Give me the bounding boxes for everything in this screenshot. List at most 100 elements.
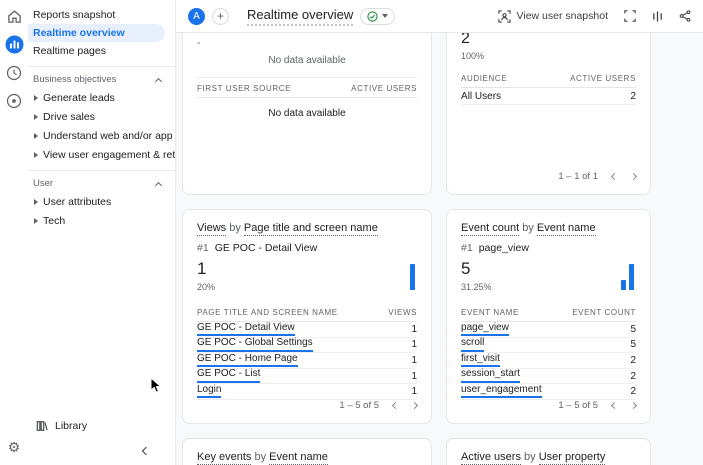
- expand-arrow-icon: [34, 217, 38, 224]
- home-icon[interactable]: [5, 7, 24, 26]
- sidebar-item-understand-web-app[interactable]: Understand web and/or app t...: [28, 126, 175, 145]
- section-title: Business objectives: [33, 74, 117, 85]
- metric-cell: 2: [630, 354, 636, 366]
- top-value-block: #1 page_view 5 31.25%: [461, 242, 636, 292]
- chevron-down-icon: [382, 14, 389, 18]
- sidebar-divider: [28, 66, 175, 67]
- pagination-label: 1 – 1 of 1: [558, 171, 598, 182]
- pagination: 1 – 1 of 1: [558, 171, 638, 182]
- metric-cell: 5: [630, 339, 636, 351]
- metric-percent: 20%: [197, 282, 216, 292]
- dimension-selector[interactable]: Page title and screen name: [243, 222, 378, 236]
- dimension-selector[interactable]: Event name: [269, 451, 328, 465]
- sidebar-item-label: User attributes: [43, 195, 112, 208]
- reports-sidebar: Reports snapshot Realtime overview Realt…: [28, 0, 176, 465]
- no-data-note: No data available: [268, 55, 346, 66]
- sidebar-item-reports-snapshot[interactable]: Reports snapshot: [28, 6, 175, 24]
- column-header: AUDIENCE: [461, 74, 508, 83]
- sidebar-item-realtime-overview[interactable]: Realtime overview: [28, 24, 165, 42]
- card-title: Views by Page title and screen name: [197, 222, 417, 236]
- card-title: Key events by Event name: [197, 451, 417, 465]
- dimension-selector[interactable]: Event name: [536, 222, 596, 236]
- next-page-icon[interactable]: [629, 401, 638, 410]
- topbar-actions: View user snapshot: [497, 9, 691, 23]
- column-header: EVENT NAME: [461, 308, 519, 317]
- share-icon[interactable]: [679, 10, 691, 22]
- metric-cell: 2: [630, 370, 636, 382]
- sidebar-item-label: Realtime overview: [33, 27, 125, 39]
- explore-icon[interactable]: [5, 63, 24, 82]
- section-header-user[interactable]: User: [28, 175, 175, 192]
- prev-page-icon[interactable]: [610, 172, 619, 181]
- sidebar-item-user-attributes[interactable]: User attributes: [28, 192, 175, 211]
- view-user-snapshot-label: View user snapshot: [516, 10, 608, 22]
- advertising-icon[interactable]: [5, 91, 24, 110]
- column-header: EVENT COUNT: [572, 308, 636, 317]
- metric-cell: 2: [630, 90, 636, 102]
- next-page-icon[interactable]: [410, 401, 419, 410]
- column-header: VIEWS: [388, 308, 418, 317]
- metric-cell: 1: [411, 339, 418, 351]
- report-content-scroll-area[interactable]: - No data available FIRST USER SOURCE AC…: [176, 33, 703, 465]
- dimension-value: GE POC - List: [197, 369, 261, 383]
- table-row: user_engagement 2: [461, 384, 636, 400]
- library-icon: [36, 421, 48, 431]
- avatar[interactable]: A: [188, 7, 205, 25]
- fullscreen-icon[interactable]: [624, 10, 636, 22]
- cards-grid: - No data available FIRST USER SOURCE AC…: [182, 33, 651, 465]
- collapse-sidebar-icon[interactable]: [141, 446, 151, 456]
- data-quality-badge[interactable]: [360, 7, 396, 25]
- no-data-note: No data available: [268, 108, 346, 119]
- settings-gear-icon[interactable]: [0, 439, 28, 457]
- table-row: first_visit 2: [461, 353, 636, 369]
- minute-bar-chart: [410, 262, 416, 290]
- by-label: by: [229, 222, 241, 234]
- expand-arrow-icon: [34, 151, 38, 158]
- metric-value: 1: [197, 259, 207, 278]
- customize-report-icon[interactable]: [652, 10, 663, 23]
- left-icon-rail: [0, 0, 28, 465]
- section-title: User: [33, 178, 54, 189]
- table-row: All Users 2: [461, 88, 636, 105]
- expand-arrow-icon: [34, 132, 38, 139]
- report-title-group[interactable]: Realtime overview: [247, 7, 396, 26]
- chevron-up-icon: [154, 77, 163, 85]
- view-user-snapshot-button[interactable]: View user snapshot: [497, 9, 608, 23]
- section-header-business-objectives[interactable]: Business objectives: [28, 71, 175, 88]
- card-title: Event count by Event name: [461, 222, 636, 236]
- sidebar-item-generate-leads[interactable]: Generate leads: [28, 88, 175, 107]
- library-button[interactable]: Library: [28, 415, 175, 437]
- metric-selector[interactable]: Event count: [461, 222, 520, 236]
- chevron-up-icon: [154, 181, 163, 189]
- table-row: page_view 5: [461, 322, 636, 338]
- metric-cell: 5: [630, 323, 636, 335]
- metric-cell: 1: [411, 323, 418, 335]
- metric-percent: 100%: [461, 51, 485, 61]
- sidebar-item-view-user-engagement[interactable]: View user engagement & rete...: [28, 145, 175, 164]
- next-page-icon[interactable]: [629, 172, 638, 181]
- by-label: by: [254, 451, 267, 463]
- table-header: FIRST USER SOURCE ACTIVE USERS: [197, 77, 418, 98]
- prev-page-icon[interactable]: [391, 401, 400, 410]
- table-row: session_start 2: [461, 369, 636, 385]
- metric-selector[interactable]: Views: [197, 222, 227, 236]
- sidebar-item-realtime-pages[interactable]: Realtime pages: [28, 42, 175, 60]
- dimension-value: GE POC - Global Settings: [197, 338, 313, 352]
- sidebar-item-tech[interactable]: Tech: [28, 211, 175, 230]
- pagination-label: 1 – 5 of 5: [339, 400, 380, 411]
- prev-page-icon[interactable]: [610, 401, 619, 410]
- dimension-value: GE POC - Detail View: [197, 322, 295, 337]
- table-row: GE POC - List 1: [197, 369, 418, 385]
- minute-bar-chart: [621, 262, 634, 290]
- expand-arrow-icon: [34, 198, 38, 205]
- sidebar-item-label: View user engagement & rete...: [43, 148, 175, 161]
- add-comparison-icon[interactable]: [212, 7, 229, 25]
- dimension-selector[interactable]: User property: [538, 451, 606, 465]
- reports-icon[interactable]: [5, 35, 24, 54]
- metric-selector[interactable]: Key events: [197, 451, 252, 465]
- sidebar-item-label: Generate leads: [43, 91, 115, 104]
- dimension-value: GE POC - Home Page: [197, 353, 298, 368]
- sidebar-item-label: Tech: [43, 214, 66, 227]
- metric-selector[interactable]: Active users: [461, 451, 521, 465]
- sidebar-item-drive-sales[interactable]: Drive sales: [28, 107, 175, 126]
